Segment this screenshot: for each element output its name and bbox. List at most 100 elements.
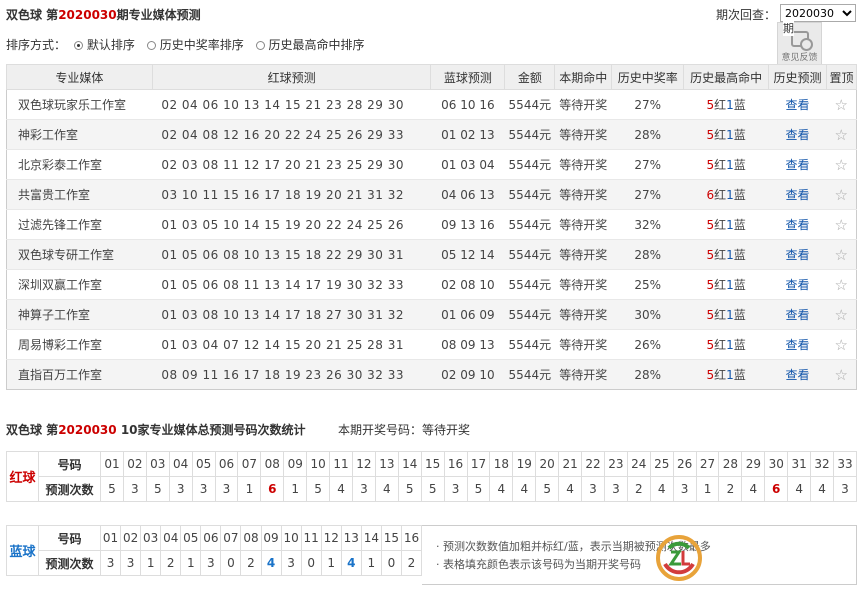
blue-prediction: 08 09 13 (430, 329, 505, 360)
radio-icon[interactable] (146, 41, 156, 50)
history-cell: 查看 (768, 359, 827, 390)
red-prediction: 01 05 06 08 11 13 14 17 19 30 32 33 (152, 269, 431, 300)
ball-number: 05 (191, 451, 216, 477)
ball-count: 5 (466, 476, 491, 502)
table-row: 深圳双赢工作室 01 05 06 08 11 13 14 17 19 30 32 … (6, 269, 857, 300)
ball-count: 3 (351, 476, 376, 502)
history-cell: 查看 (768, 179, 827, 210)
ball-count: 3 (168, 476, 193, 502)
amount: 5544元 (504, 119, 555, 150)
pin-cell: ☆ (826, 239, 857, 270)
red-prediction: 01 03 05 10 14 15 19 20 22 24 25 26 (152, 209, 431, 240)
ball-count: 2 (240, 550, 262, 576)
ball-number: 28 (718, 451, 743, 477)
star-icon[interactable]: ☆ (835, 306, 848, 324)
ball-count: 4 (329, 476, 353, 502)
star-icon[interactable]: ☆ (835, 96, 848, 114)
radio-icon[interactable] (73, 41, 83, 50)
row-label: 预测次数 (38, 550, 101, 576)
table-row: 神彩工作室 02 04 08 12 16 20 22 24 25 26 29 33… (6, 119, 857, 150)
ball-count: 4 (260, 550, 282, 576)
ball-count: 0 (380, 550, 402, 576)
pin-cell: ☆ (826, 179, 857, 210)
ball-number: 13 (374, 451, 399, 477)
red-prediction: 01 03 04 07 12 14 15 20 21 25 28 31 (152, 329, 431, 360)
win-rate: 28% (611, 119, 684, 150)
row-label: 号码 (38, 525, 101, 551)
sort-option-default[interactable]: 默认排序 (73, 38, 139, 52)
view-link[interactable]: 查看 (786, 368, 810, 382)
view-link[interactable]: 查看 (786, 278, 810, 292)
best-hit: 5红1蓝 (683, 149, 769, 180)
feedback-label: 意见反馈 (781, 53, 818, 63)
current-hit: 等待开奖 (554, 89, 612, 120)
star-icon[interactable]: ☆ (835, 366, 848, 384)
amount: 5544元 (504, 149, 555, 180)
ball-number: 13 (340, 525, 362, 551)
star-icon[interactable]: ☆ (835, 276, 848, 294)
amount: 5544元 (504, 209, 555, 240)
media-name: 周易博彩工作室 (6, 329, 153, 360)
col-best: 历史最高命中 (683, 64, 770, 90)
view-link[interactable]: 查看 (786, 218, 810, 232)
best-hit: 5红1蓝 (683, 209, 769, 240)
star-icon[interactable]: ☆ (835, 186, 848, 204)
view-link[interactable]: 查看 (786, 128, 810, 142)
star-icon[interactable]: ☆ (835, 216, 848, 234)
col-rate: 历史中奖率 (611, 64, 685, 90)
ball-number: 08 (260, 451, 285, 477)
pin-cell: ☆ (826, 209, 857, 240)
ball-number: 09 (260, 525, 282, 551)
table-row: 神算子工作室 01 03 08 10 13 14 17 18 27 30 31 3… (6, 299, 857, 330)
view-link[interactable]: 查看 (786, 308, 810, 322)
ball-number: 30 (764, 451, 789, 477)
ball-count: 4 (374, 476, 399, 502)
ball-number: 04 (160, 525, 182, 551)
media-name: 过滤先锋工作室 (6, 209, 153, 240)
sort-option-best[interactable]: 历史最高命中排序 (255, 38, 369, 52)
ball-number: 12 (320, 525, 342, 551)
win-rate: 28% (611, 359, 684, 390)
win-rate: 27% (611, 89, 684, 120)
ball-count: 6 (764, 476, 789, 502)
win-rate: 30% (611, 299, 684, 330)
star-icon[interactable]: ☆ (835, 246, 848, 264)
red-prediction: 01 03 08 10 13 14 17 18 27 30 31 32 (152, 299, 431, 330)
col-blue: 蓝球预测 (430, 64, 506, 90)
prediction-table: 专业媒体 红球预测 蓝球预测 金额 本期命中 历史中奖率 历史最高命中 历史预测… (6, 64, 858, 390)
win-rate: 26% (611, 329, 684, 360)
view-link[interactable]: 查看 (786, 98, 810, 112)
win-rate: 27% (611, 179, 684, 210)
ball-number: 21 (558, 451, 583, 477)
ball-count: 1 (360, 550, 382, 576)
star-icon[interactable]: ☆ (835, 156, 848, 174)
view-link[interactable]: 查看 (786, 188, 810, 202)
history-cell: 查看 (768, 119, 827, 150)
ball-count: 4 (558, 476, 583, 502)
col-media: 专业媒体 (6, 64, 153, 90)
view-link[interactable]: 查看 (786, 248, 810, 262)
radio-icon[interactable] (255, 41, 265, 50)
current-hit: 等待开奖 (554, 239, 612, 270)
ball-count: 5 (100, 476, 124, 502)
blue-prediction: 04 06 13 (430, 179, 505, 210)
ball-number: 23 (603, 451, 628, 477)
col-pin: 置顶 (825, 64, 858, 90)
current-hit: 等待开奖 (554, 299, 612, 330)
sort-option-rate[interactable]: 历史中奖率排序 (146, 38, 248, 52)
ball-count: 3 (122, 476, 147, 502)
ball-count: 3 (200, 550, 222, 576)
ball-number: 20 (535, 451, 560, 477)
star-icon[interactable]: ☆ (835, 126, 848, 144)
red-count-row: 预测次数 535333161543455354454332431246443 (7, 476, 857, 502)
table-header: 专业媒体 红球预测 蓝球预测 金额 本期命中 历史中奖率 历史最高命中 历史预测… (6, 64, 858, 90)
pin-cell: ☆ (826, 269, 857, 300)
star-icon[interactable]: ☆ (835, 336, 848, 354)
ball-number: 12 (351, 451, 376, 477)
view-link[interactable]: 查看 (786, 338, 810, 352)
view-link[interactable]: 查看 (786, 158, 810, 172)
ball-count: 4 (489, 476, 514, 502)
media-name: 双色球玩家乐工作室 (6, 89, 153, 120)
ball-number: 03 (140, 525, 162, 551)
red-prediction: 03 10 11 15 16 17 18 19 20 21 31 32 (152, 179, 431, 210)
